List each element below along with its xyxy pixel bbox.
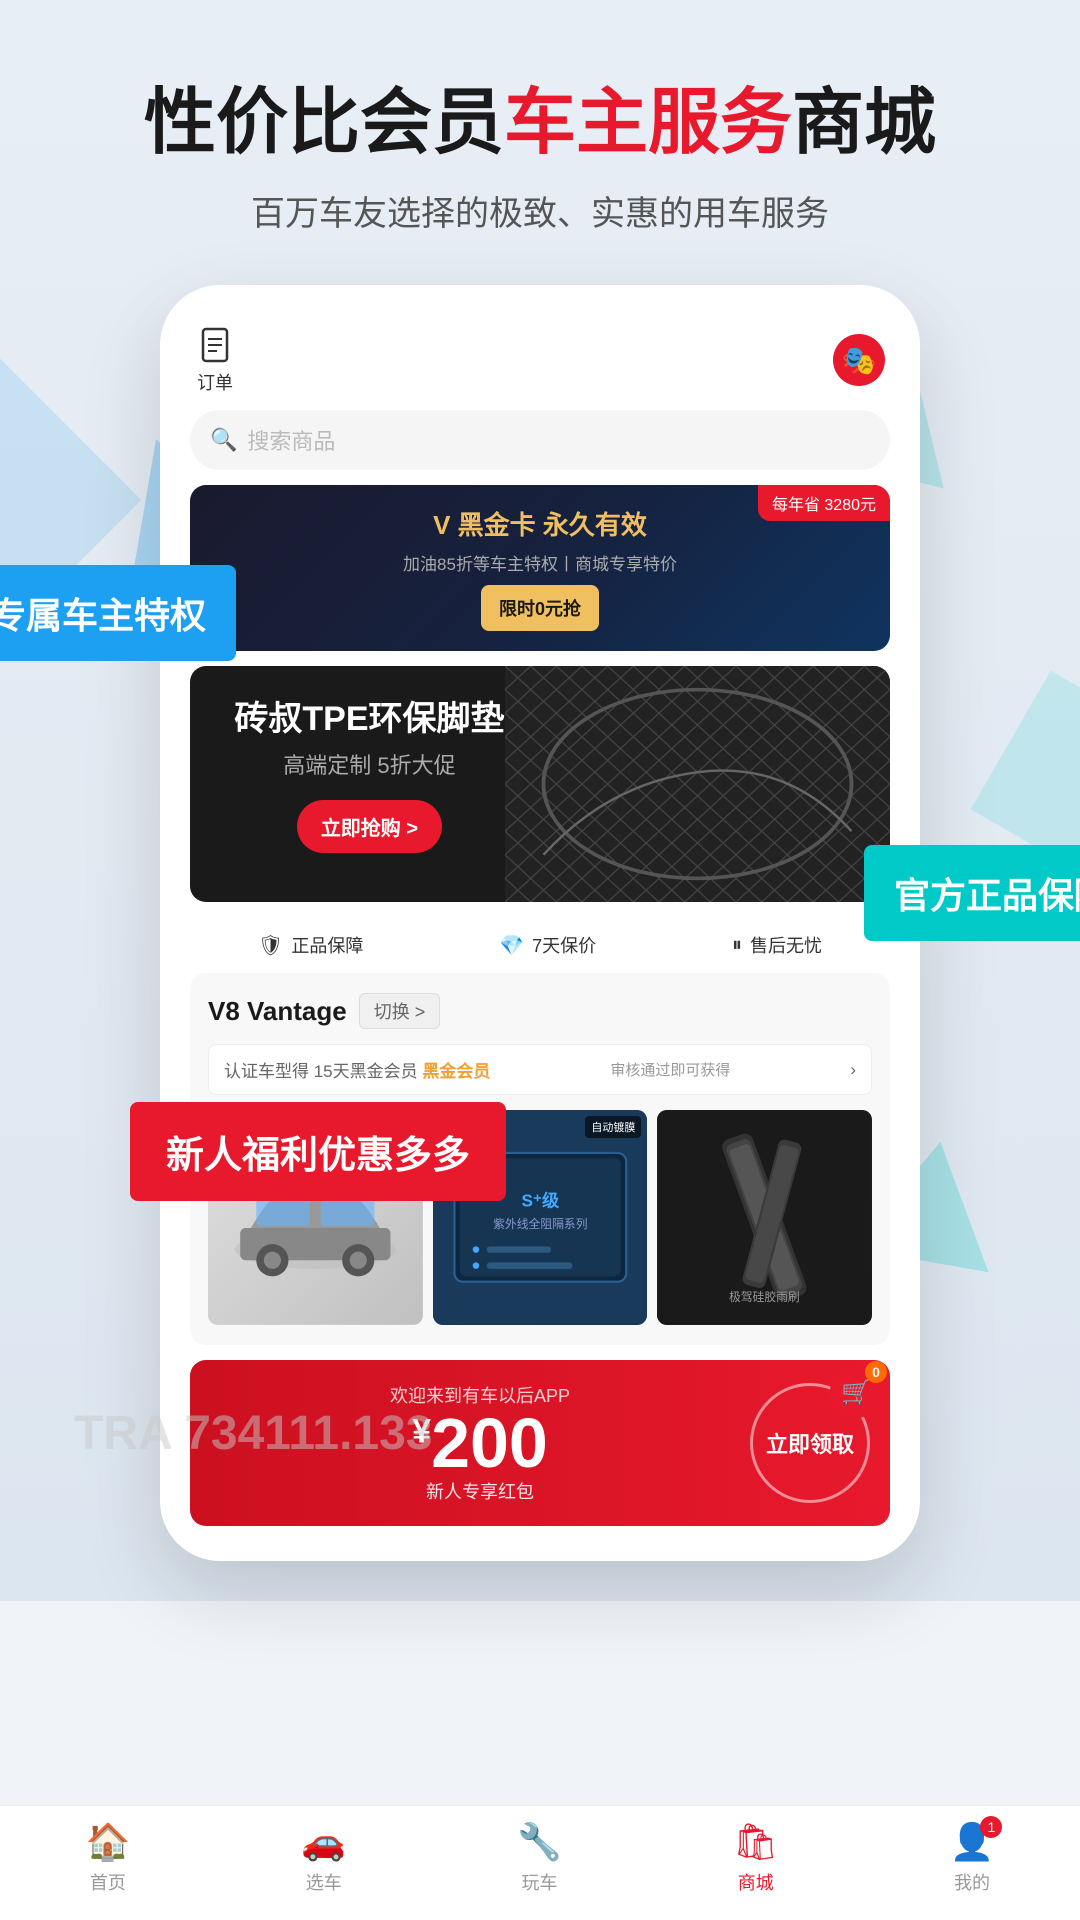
mall-icon: 🛍 bbox=[733, 1821, 779, 1863]
member-notice-text: 认证车型得 15天黑金会员 黑金会员 bbox=[224, 1057, 490, 1082]
nav-play-car-label: 玩车 bbox=[522, 1869, 558, 1895]
order-nav[interactable]: 订单 bbox=[195, 325, 235, 395]
feature-authentic-label: 正品保障 bbox=[291, 932, 363, 958]
hero-section: 性价比会员车主服务商城 百万车友选择的极致、实惠的用车服务 专属车主特权 官方正… bbox=[0, 0, 1080, 1601]
nav-car-select[interactable]: 🚗 选车 bbox=[301, 1821, 346, 1895]
car-model-header: V8 Vantage 切换 > bbox=[208, 993, 872, 1029]
nav-mine[interactable]: 👤 1 我的 bbox=[950, 1821, 995, 1895]
user-avatar[interactable]: 🎭 bbox=[833, 334, 885, 386]
auto-badge: 自动镀膜 bbox=[585, 1116, 641, 1138]
phone-mockup: 订单 🎭 🔍 搜索商品 每年省 3280元 V 黑金卡 bbox=[160, 285, 920, 1561]
nav-home-label: 首页 bbox=[90, 1869, 126, 1895]
pb-subtitle: 高端定制 5折大促 bbox=[212, 748, 527, 780]
cart-badge: 0 bbox=[865, 1361, 887, 1383]
search-icon: 🔍 bbox=[210, 427, 237, 453]
bc-subtitle: 加油85折等车主特权丨商城专享特价 bbox=[212, 550, 868, 575]
hero-title: 性价比会员车主服务商城 bbox=[60, 80, 1020, 166]
feature-price-label: 7天保价 bbox=[532, 932, 596, 958]
service-icon: ⏸ bbox=[732, 934, 742, 957]
badge-official-guarantee: 官方正品保障 bbox=[864, 845, 1080, 941]
nav-car-select-label: 选车 bbox=[306, 1869, 342, 1895]
svg-text:紫外线全阻隔系列: 紫外线全阻隔系列 bbox=[493, 1217, 587, 1231]
pb-product-image bbox=[505, 666, 890, 902]
member-pass-text: 审核通过即可获得 bbox=[610, 1059, 730, 1080]
phone-container: 专属车主特权 官方正品保障 新人福利优惠多多 bbox=[160, 285, 920, 1561]
nub-claim-button[interactable]: 立即领取 🛒 0 bbox=[750, 1383, 870, 1503]
app-header: 订单 🎭 bbox=[180, 315, 900, 410]
nav-mine-badge-container: 👤 1 bbox=[950, 1821, 995, 1863]
bc-left-content: V 黑金卡 永久有效 加油85折等车主特权丨商城专享特价 限时0元抢 bbox=[212, 505, 868, 631]
nub-caption: 新人专享红包 bbox=[210, 1478, 750, 1504]
nav-mine-label: 我的 bbox=[954, 1869, 990, 1895]
order-label: 订单 bbox=[197, 369, 233, 395]
cart-icon: 🛒 bbox=[841, 1378, 871, 1407]
shield-icon: 🛡 bbox=[258, 933, 283, 958]
product-banner[interactable]: 砖叔TPE环保脚垫 高端定制 5折大促 立即抢购 > bbox=[190, 666, 890, 902]
hero-title-black1: 性价比会员 bbox=[144, 83, 504, 163]
feature-aftersale: ⏸ 售后无忧 bbox=[732, 932, 822, 958]
diamond-icon: 💎 bbox=[499, 933, 524, 958]
black-card-banner[interactable]: 每年省 3280元 V 黑金卡 永久有效 加油85折等车主特权丨商城专享特价 限… bbox=[190, 485, 890, 651]
badge-new-user-benefit: 新人福利优惠多多 bbox=[130, 1102, 506, 1201]
nav-mall[interactable]: 🛍 商城 bbox=[733, 1821, 779, 1895]
nav-mall-label: 商城 bbox=[738, 1869, 774, 1895]
badge-exclusive-privilege: 专属车主特权 bbox=[0, 565, 236, 661]
svg-text:极驾硅胶雨刷: 极驾硅胶雨刷 bbox=[729, 1290, 800, 1304]
bc-cta-button[interactable]: 限时0元抢 bbox=[481, 585, 599, 631]
feature-authentic: 🛡 正品保障 bbox=[258, 932, 363, 958]
play-car-icon: 🔧 bbox=[517, 1821, 562, 1863]
avatar-emoji: 🎭 bbox=[842, 344, 877, 377]
mine-badge: 1 bbox=[980, 1816, 1002, 1838]
pb-title: 砖叔TPE环保脚垫 bbox=[212, 691, 527, 740]
home-icon: 🏠 bbox=[85, 1821, 130, 1863]
nav-home[interactable]: 🏠 首页 bbox=[85, 1821, 130, 1895]
features-row: 🛡 正品保障 💎 7天保价 ⏸ 售后无忧 bbox=[180, 917, 900, 973]
bottom-navigation: 🏠 首页 🚗 选车 🔧 玩车 🛍 商城 👤 1 我的 bbox=[0, 1805, 1080, 1920]
hero-title-red: 车主服务 bbox=[504, 83, 792, 163]
car-model-name: V8 Vantage bbox=[208, 996, 347, 1027]
car-select-icon: 🚗 bbox=[301, 1821, 346, 1863]
search-bar[interactable]: 🔍 搜索商品 bbox=[190, 410, 890, 470]
chevron-right-icon: › bbox=[850, 1060, 856, 1080]
hero-subtitle: 百万车友选择的极致、实惠的用车服务 bbox=[60, 186, 1020, 235]
svg-text:S⁺级: S⁺级 bbox=[521, 1191, 559, 1211]
member-notice[interactable]: 认证车型得 15天黑金会员 黑金会员 审核通过即可获得 › bbox=[208, 1044, 872, 1095]
feature-aftersale-label: 售后无忧 bbox=[750, 932, 822, 958]
search-placeholder: 搜索商品 bbox=[247, 424, 335, 456]
product-card-wiper[interactable]: 极驾硅胶雨刷 bbox=[657, 1110, 872, 1325]
pb-cta-button[interactable]: 立即抢购 > bbox=[297, 800, 442, 853]
order-icon bbox=[195, 325, 235, 365]
switch-car-button[interactable]: 切换 > bbox=[359, 993, 441, 1029]
hero-title-black2: 商城 bbox=[792, 83, 936, 163]
cart-float-button[interactable]: 🛒 0 bbox=[830, 1366, 882, 1418]
save-tag: 每年省 3280元 bbox=[758, 485, 890, 521]
feature-price: 💎 7天保价 bbox=[499, 932, 596, 958]
tra-watermark: TRA 734111.133 bbox=[74, 1406, 433, 1461]
nav-play-car[interactable]: 🔧 玩车 bbox=[517, 1821, 562, 1895]
floor-mat-pattern bbox=[505, 666, 890, 902]
